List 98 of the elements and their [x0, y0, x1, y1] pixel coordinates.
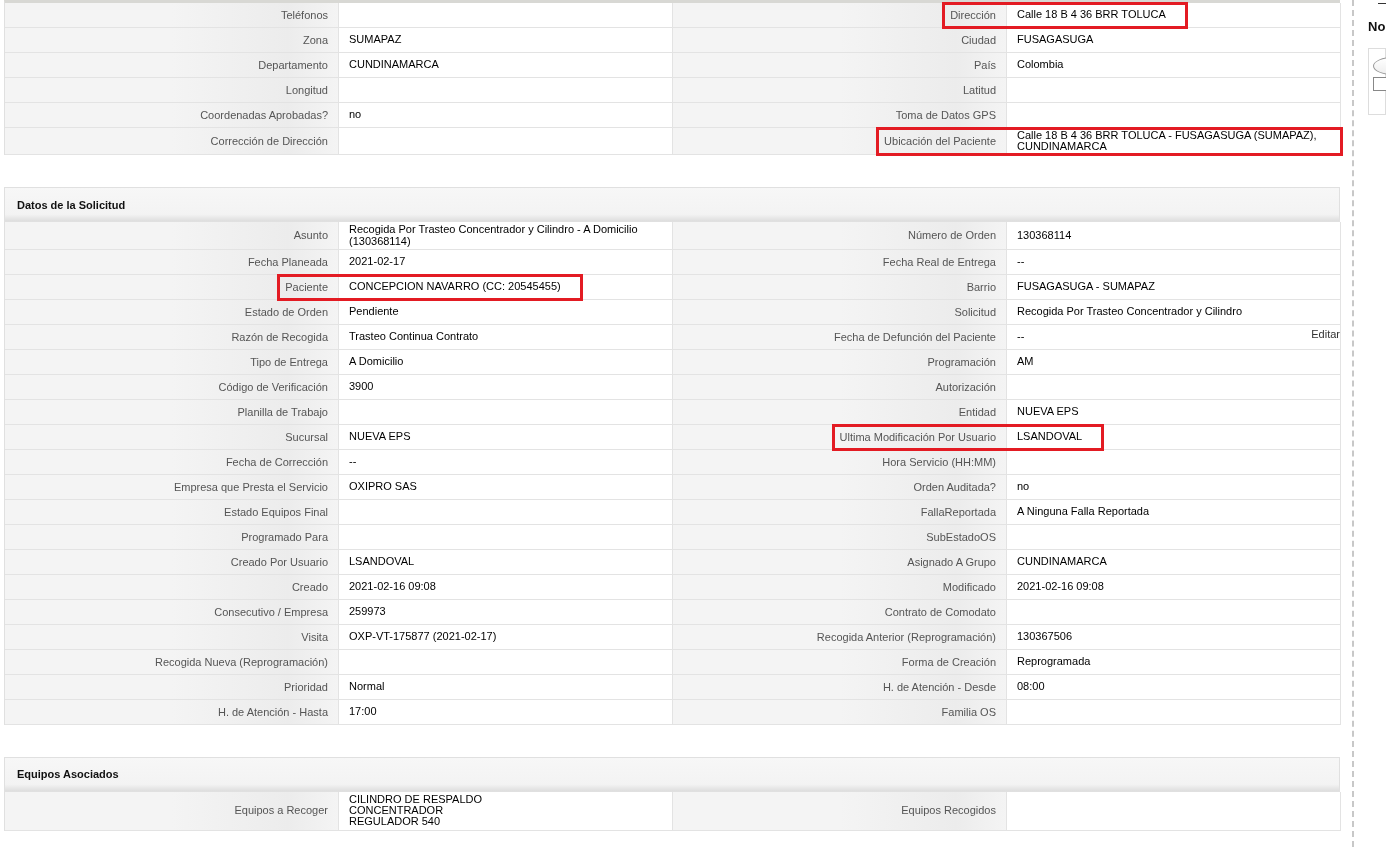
field-value: Recogida Por Trasteo Concentrador y Cilindro	[1017, 306, 1242, 318]
field-label: Creado Por Usuario	[230, 554, 328, 570]
field-label: Corrección de Dirección	[210, 133, 328, 149]
field-label: Coordenadas Aprobadas?	[200, 107, 328, 123]
field-label: Planilla de Trabajo	[237, 404, 328, 420]
field-value: LSANDOVAL	[1017, 431, 1083, 443]
field-label: Sucursal	[285, 429, 328, 445]
field-label: Contrato de Comodato	[884, 604, 996, 620]
field-label: Tipo de Entrega	[250, 354, 328, 370]
field-value: 3900	[349, 381, 374, 393]
field-label: Asunto	[293, 228, 328, 244]
field-value: FUSAGASUGA - SUMAPAZ	[1017, 281, 1155, 293]
field-label: Longitud	[285, 82, 328, 98]
field-label: Fecha Real de Entrega	[882, 254, 996, 270]
field-label: FallaReportada	[920, 504, 996, 520]
edit-link[interactable]: Editar	[1311, 325, 1340, 343]
field-label: Teléfonos	[280, 7, 328, 23]
field-label: Equipos a Recoger	[234, 803, 328, 819]
field-value: 259973	[349, 606, 386, 618]
field-value: A Ninguna Falla Reportada	[1017, 506, 1150, 518]
field-value: --	[1017, 256, 1025, 268]
field-label: Consecutivo / Empresa	[214, 604, 328, 620]
field-value: 2021-02-17	[349, 256, 406, 268]
field-label: H. de Atención - Desde	[882, 679, 996, 695]
field-value: AM	[1017, 356, 1034, 368]
field-label: Visita	[301, 629, 328, 645]
field-label: Programación	[927, 354, 996, 370]
field-label: Familia OS	[941, 704, 996, 720]
field-value: 2021-02-16 09:08	[349, 581, 436, 593]
field-value: OXP-VT-175877 (2021-02-17)	[349, 631, 497, 643]
field-label: Toma de Datos GPS	[895, 107, 996, 123]
field-label: Orden Auditada?	[913, 479, 996, 495]
field-label: Empresa que Presta el Servicio	[173, 479, 328, 495]
field-value: NUEVA EPS	[1017, 406, 1079, 418]
field-label: Recogida Anterior (Reprogramación)	[816, 629, 996, 645]
field-value: Normal	[349, 681, 385, 693]
field-label: Autorización	[935, 379, 996, 395]
field-value: 08:00	[1017, 681, 1045, 693]
field-label: Latitud	[962, 82, 996, 98]
field-label: Dirección	[950, 7, 996, 23]
field-label: Departamento	[258, 57, 328, 73]
field-label: Solicitud	[954, 304, 996, 320]
section-title: Datos de la Solicitud	[17, 197, 126, 213]
field-label: Creado	[291, 579, 328, 595]
field-value: no	[1017, 481, 1030, 493]
field-value: 17:00	[349, 706, 377, 718]
field-label: Recogida Nueva (Reprogramación)	[154, 654, 328, 670]
field-label: Equipos Recogidos	[901, 803, 996, 819]
field-value: Calle 18 B 4 36 BRR TOLUCA - FUSAGASUGA (SUMAPAZ), CUNDINAMARCA	[1017, 130, 1318, 153]
field-label: Número de Orden	[907, 228, 996, 244]
field-value: CILINDRO DE RESPALDO CONCENTRADOR REGULADOR 540	[349, 793, 483, 828]
checkbox[interactable]	[1373, 76, 1386, 91]
field-label: Razón de Recogida	[231, 329, 328, 345]
field-label: Ultima Modificación Por Usuario	[839, 429, 996, 445]
field-label: Asignado A Grupo	[907, 554, 996, 570]
field-label: Ubicación del Paciente	[884, 133, 996, 149]
field-value: SUMAPAZ	[349, 34, 402, 46]
field-label: Modificado	[942, 579, 996, 595]
field-label: Código de Verificación	[218, 379, 328, 395]
field-label: Hora Servicio (HH:MM)	[882, 454, 996, 470]
field-value: LSANDOVAL	[349, 556, 415, 568]
field-value: OXIPRO SAS	[349, 481, 417, 493]
field-label: Estado Equipos Final	[224, 504, 328, 520]
field-label: Fecha de Corrección	[225, 454, 328, 470]
field-value: --	[1017, 331, 1025, 343]
field-label: País	[974, 57, 996, 73]
field-label: Forma de Creación	[901, 654, 996, 670]
field-value: 130367506	[1017, 631, 1073, 643]
field-label: Prioridad	[283, 679, 328, 695]
field-value: Trasteo Continua Contrato	[349, 331, 479, 343]
field-label: Entidad	[958, 404, 996, 420]
field-label: Ciudad	[961, 32, 996, 48]
field-value: --	[349, 456, 357, 468]
field-value: FUSAGASUGA	[1017, 34, 1094, 46]
field-label: Barrio	[966, 279, 996, 295]
panel-title: No	[1368, 18, 1386, 36]
section-title: Equipos Asociados	[17, 767, 119, 783]
field-value: no	[349, 109, 362, 121]
field-value: Reprogramada	[1017, 656, 1091, 668]
field-label: SubEstadoOS	[926, 529, 996, 545]
field-value: 130368114	[1017, 230, 1072, 242]
field-label: Estado de Orden	[244, 304, 328, 320]
field-label: Programado Para	[241, 529, 328, 545]
field-label: Zona	[302, 32, 328, 48]
field-label: Fecha Planeada	[247, 254, 328, 270]
field-label: Fecha de Defunción del Paciente	[833, 329, 996, 345]
field-value: CONCEPCION NAVARRO (CC: 20545455)	[349, 281, 561, 293]
field-value: CUNDINAMARCA	[1017, 556, 1107, 568]
field-value: Calle 18 B 4 36 BRR TOLUCA	[1017, 9, 1166, 21]
field-value: Colombia	[1017, 59, 1064, 71]
field-value: Pendiente	[349, 306, 399, 318]
field-value: Recogida Por Trasteo Concentrador y Cilindro - A Domicilio (130368114)	[349, 224, 639, 247]
field-label: Paciente	[285, 279, 328, 295]
field-value: NUEVA EPS	[349, 431, 411, 443]
field-value: CUNDINAMARCA	[349, 59, 439, 71]
field-value: 2021-02-16 09:08	[1017, 581, 1104, 593]
field-label: H. de Atención - Hasta	[217, 704, 328, 720]
field-value: A Domicilio	[349, 356, 404, 368]
